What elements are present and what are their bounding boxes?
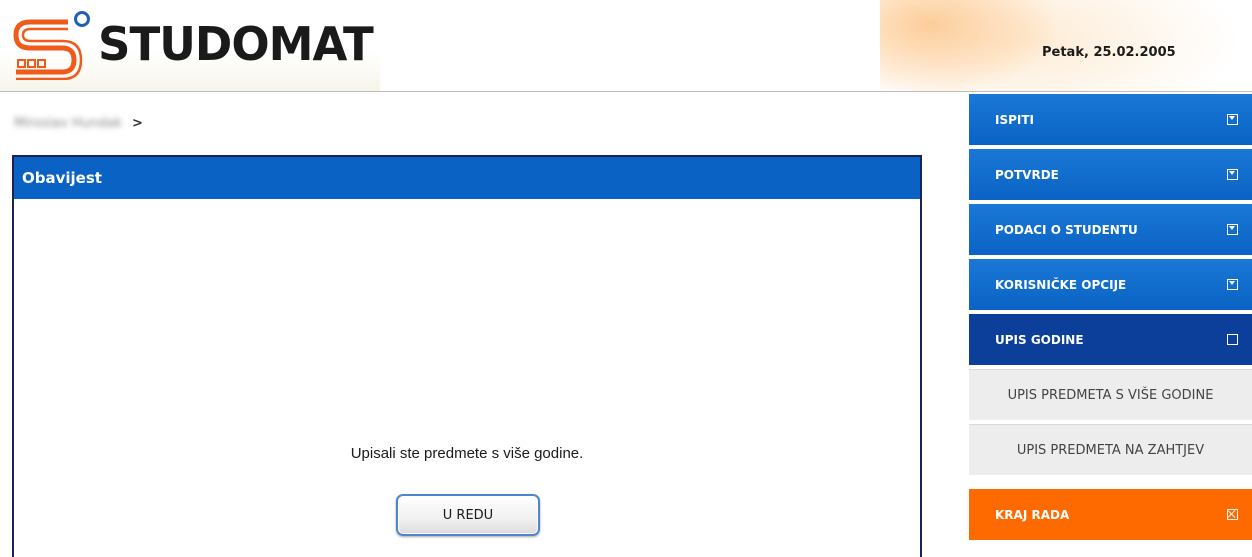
breadcrumb-separator: > (132, 115, 143, 131)
expand-icon (1227, 114, 1238, 125)
notice-title: Obavijest (22, 169, 102, 187)
current-date: Petak, 25.02.2005 (1042, 45, 1176, 60)
logo-text: STUDOMAT (98, 17, 374, 71)
menu-item-podaci-o-studentu[interactable]: PODACI O STUDENTU (969, 204, 1252, 255)
menu-item-label: ISPITI (995, 112, 1035, 127)
expand-icon (1227, 169, 1238, 180)
submenu-item-upis-predmeta-na-zahtjev[interactable]: UPIS PREDMETA NA ZAHTJEV (969, 424, 1252, 475)
menu-item-ispiti[interactable]: ISPITI (969, 94, 1252, 145)
menu-item-label: UPIS GODINE (995, 332, 1084, 347)
breadcrumb: Miroslav Hundak > (14, 112, 143, 134)
page-header: STUDOMAT Petak, 25.02.2005 (0, 0, 1252, 92)
menu-item-label: POTVRDE (995, 167, 1059, 182)
menu-item-korisnicke-opcije[interactable]: KORISNIČKE OPCIJE (969, 259, 1252, 310)
close-icon (1227, 509, 1238, 520)
menu-item-label: PODACI O STUDENTU (995, 222, 1138, 237)
menu-item-label: KORISNIČKE OPCIJE (995, 277, 1127, 292)
studomat-logo: STUDOMAT (10, 8, 380, 80)
ok-button[interactable]: U REDU (396, 494, 540, 536)
menu-item-upis-godine[interactable]: UPIS GODINE (969, 314, 1252, 365)
logo-s-icon (13, 11, 90, 80)
menu-item-label: KRAJ RADA (995, 507, 1070, 522)
submenu-item-label: UPIS PREDMETA NA ZAHTJEV (1016, 442, 1205, 458)
collapse-icon (1227, 334, 1238, 345)
submenu-item-label: UPIS PREDMETA S VIŠE GODINE (1007, 387, 1214, 403)
submenu-item-upis-predmeta-s-vise-godine[interactable]: UPIS PREDMETA S VIŠE GODINE (969, 369, 1252, 420)
menu-item-potvrde[interactable]: POTVRDE (969, 149, 1252, 200)
notice-message: Upisali ste predmete s više godine. (350, 445, 584, 462)
expand-icon (1227, 224, 1238, 235)
menu-item-kraj-rada[interactable]: KRAJ RADA (969, 489, 1252, 540)
notice-panel: Obavijest Upisali ste predmete s više go… (12, 155, 922, 557)
expand-icon (1227, 279, 1238, 290)
notice-title-bar: Obavijest (14, 157, 920, 199)
breadcrumb-user-name[interactable]: Miroslav Hundak (14, 116, 122, 131)
